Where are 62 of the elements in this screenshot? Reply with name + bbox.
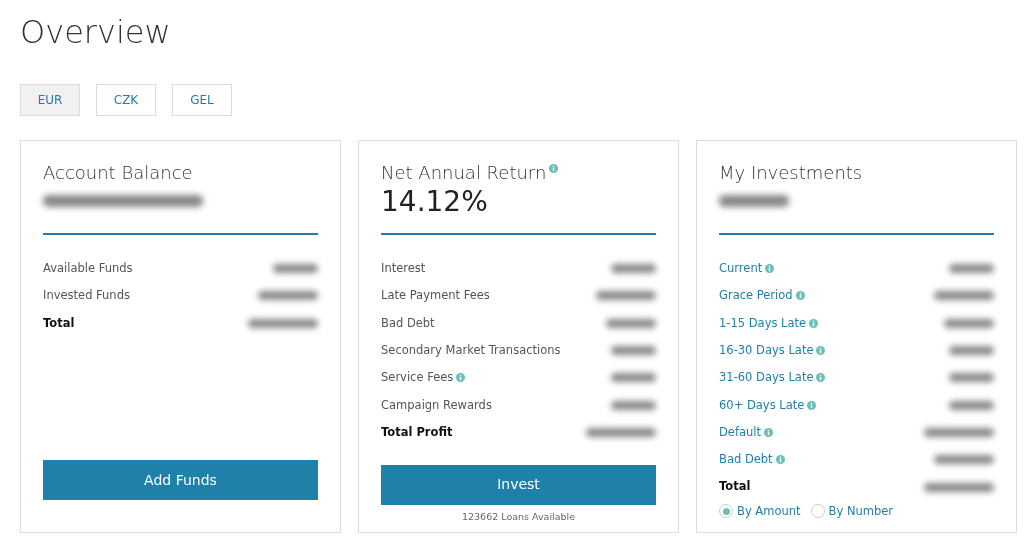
blurred-value	[611, 400, 656, 410]
status-link[interactable]: Default	[719, 423, 762, 442]
blurred-value	[949, 373, 994, 383]
row-label: Total	[719, 478, 751, 496]
info-icon[interactable]	[549, 164, 559, 173]
card-title: Account Balance	[43, 162, 193, 183]
row-label: Total	[43, 314, 75, 332]
blurred-value	[258, 291, 318, 301]
blurred-value	[719, 195, 789, 207]
status-link[interactable]: 60+ Days Late	[719, 396, 805, 414]
info-icon[interactable]	[795, 291, 805, 301]
row-label: Available Funds	[43, 260, 133, 277]
blurred-value	[949, 264, 994, 274]
blurred-value	[586, 427, 656, 437]
info-icon[interactable]	[809, 318, 819, 328]
info-icon[interactable]	[816, 346, 826, 356]
blurred-value	[248, 318, 318, 328]
blurred-value	[611, 346, 656, 356]
blurred-value	[611, 373, 656, 383]
row-label: Total Profit	[381, 423, 453, 441]
row-label: Bad Debt	[381, 314, 435, 332]
blurred-value	[949, 346, 994, 356]
card-title: My Investments	[719, 162, 863, 183]
info-icon[interactable]	[764, 427, 774, 437]
row-label: Service Fees	[381, 369, 454, 387]
action-button[interactable]: Add Funds	[43, 460, 318, 500]
blurred-value	[949, 400, 994, 410]
status-link[interactable]: 1-15 Days Late	[719, 314, 807, 332]
currency-tab[interactable]: CZK	[96, 84, 156, 116]
blurred-value	[934, 455, 994, 465]
row-label: Campaign Rewards	[381, 396, 492, 414]
status-link[interactable]: 31-60 Days Late	[719, 369, 814, 387]
info-icon[interactable]	[816, 373, 826, 383]
status-link[interactable]: 16-30 Days Late	[719, 341, 814, 360]
row-label: Secondary Market Transactions	[381, 341, 561, 359]
status-link[interactable]: Current	[719, 260, 763, 278]
option-label[interactable]: By Number	[828, 502, 894, 520]
row-label: Late Payment Fees	[381, 287, 490, 305]
status-link[interactable]: Bad Debt	[719, 451, 773, 469]
blurred-value	[944, 318, 994, 328]
currency-tab[interactable]: EUR	[20, 84, 80, 116]
currency-tab[interactable]: GEL	[172, 84, 232, 116]
info-icon[interactable]	[775, 455, 785, 465]
blurred-value	[924, 482, 994, 492]
page-title: Overview	[20, 12, 172, 52]
blurred-value	[273, 264, 318, 274]
blurred-value	[611, 264, 656, 274]
row-label: Interest	[381, 260, 426, 277]
row-label: Invested Funds	[43, 287, 130, 305]
blurred-value	[606, 318, 656, 328]
blurred-value	[924, 427, 994, 437]
blurred-value	[596, 291, 656, 301]
loans-note: 123662 Loans Available	[460, 509, 576, 524]
info-icon[interactable]	[456, 373, 466, 383]
action-button[interactable]: Invest	[381, 464, 656, 505]
status-link[interactable]: Grace Period	[719, 287, 793, 305]
info-icon[interactable]	[765, 264, 775, 274]
return-value: 14.12%	[381, 185, 489, 219]
card-title: Net Annual Return	[381, 162, 547, 183]
blurred-value	[934, 291, 994, 301]
option-label[interactable]: By Amount	[737, 502, 801, 520]
info-icon[interactable]	[807, 400, 817, 410]
